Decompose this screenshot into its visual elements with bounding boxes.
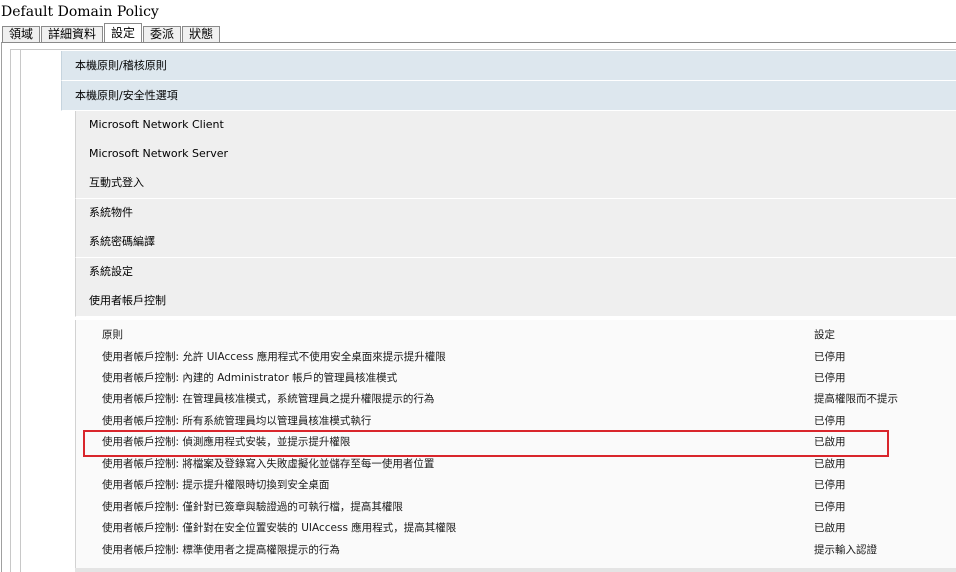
column-header-policy: 原則 bbox=[102, 329, 123, 341]
subsection-system-objects[interactable]: 系統物件 bbox=[75, 199, 956, 229]
tab-bar: 領域 詳細資料 設定 委派 狀態 bbox=[2, 23, 221, 43]
subsection-network-client[interactable]: Microsoft Network Client bbox=[75, 111, 956, 141]
table-row-policy: 使用者帳戶控制: 僅針對在安全位置安裝的 UIAccess 應用程式，提高其權限 bbox=[102, 522, 457, 534]
tab-status[interactable]: 狀態 bbox=[182, 26, 221, 43]
report-indent-line bbox=[20, 49, 21, 572]
tab-delegation[interactable]: 委派 bbox=[143, 26, 182, 43]
table-row-setting: 已啟用 bbox=[814, 436, 846, 448]
table-row-policy: 使用者帳戶控制: 所有系統管理員均以管理員核准模式執行 bbox=[102, 415, 372, 427]
table-row-setting: 提高權限而不提示 bbox=[814, 393, 898, 405]
table-row-policy: 使用者帳戶控制: 將檔案及登錄寫入失敗虛擬化並儲存至每一使用者位置 bbox=[102, 458, 435, 470]
subsection-network-server[interactable]: Microsoft Network Server bbox=[75, 140, 956, 170]
subsection-interactive-logon[interactable]: 互動式登入 bbox=[75, 169, 956, 199]
table-row-setting: 已停用 bbox=[814, 501, 846, 513]
table-row-policy: 使用者帳戶控制: 偵測應用程式安裝，並提示提升權限 bbox=[102, 436, 351, 448]
table-row-setting: 已啟用 bbox=[814, 458, 846, 470]
tab-settings[interactable]: 設定 bbox=[104, 23, 143, 42]
table-row-policy: 使用者帳戶控制: 允許 UIAccess 應用程式不使用安全桌面來提示提升權限 bbox=[102, 351, 446, 363]
table-row-policy: 使用者帳戶控制: 內建的 Administrator 帳戶的管理員核准模式 bbox=[102, 372, 398, 384]
subsection-system-settings[interactable]: 系統設定 bbox=[75, 258, 956, 288]
table-footer-bar bbox=[75, 568, 956, 572]
tab-scope[interactable]: 領域 bbox=[2, 26, 41, 43]
table-row-policy: 使用者帳戶控制: 標準使用者之提高權限提示的行為 bbox=[102, 544, 340, 556]
table-row-setting: 已停用 bbox=[814, 479, 846, 491]
table-row-policy: 使用者帳戶控制: 僅針對已簽章與驗證過的可執行檔，提高其權限 bbox=[102, 501, 403, 513]
table-row-setting: 提示輸入認證 bbox=[814, 544, 877, 556]
report-indent-line bbox=[10, 49, 11, 572]
section-security-options[interactable]: 本機原則/安全性選項 bbox=[61, 81, 956, 111]
section-audit-policy[interactable]: 本機原則/稽核原則 bbox=[61, 51, 956, 81]
table-row-policy: 使用者帳戶控制: 在管理員核准模式，系統管理員之提升權限提示的行為 bbox=[102, 393, 435, 405]
table-row-setting: 已停用 bbox=[814, 415, 846, 427]
table-row-policy: 使用者帳戶控制: 提示提升權限時切換到安全桌面 bbox=[102, 479, 330, 491]
subsection-user-account-control[interactable]: 使用者帳戶控制 bbox=[75, 287, 956, 317]
column-header-setting: 設定 bbox=[814, 329, 835, 341]
table-row-setting: 已啟用 bbox=[814, 522, 846, 534]
window-title: Default Domain Policy bbox=[1, 4, 159, 20]
table-row-setting: 已停用 bbox=[814, 372, 846, 384]
table-row-setting: 已停用 bbox=[814, 351, 846, 363]
subsection-system-cryptography[interactable]: 系統密碼編譯 bbox=[75, 228, 956, 258]
tab-details[interactable]: 詳細資料 bbox=[41, 26, 104, 43]
report-divider bbox=[10, 49, 956, 50]
